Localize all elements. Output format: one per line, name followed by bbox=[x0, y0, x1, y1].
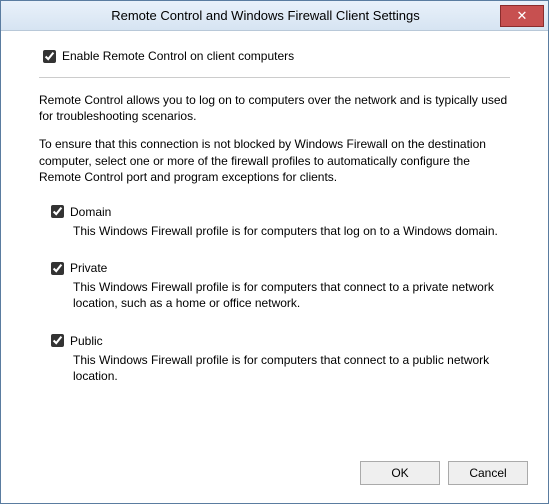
titlebar: Remote Control and Windows Firewall Clie… bbox=[1, 1, 548, 31]
cancel-button[interactable]: Cancel bbox=[448, 461, 528, 485]
profile-public: Public This Windows Firewall profile is … bbox=[51, 334, 520, 384]
private-desc: This Windows Firewall profile is for com… bbox=[73, 279, 510, 311]
public-label: Public bbox=[70, 334, 103, 348]
dialog-window: Remote Control and Windows Firewall Clie… bbox=[0, 0, 549, 504]
ok-button[interactable]: OK bbox=[360, 461, 440, 485]
close-button[interactable]: ✕ bbox=[500, 5, 544, 27]
private-checkbox[interactable] bbox=[51, 262, 64, 275]
enable-remote-control-label: Enable Remote Control on client computer… bbox=[62, 49, 294, 63]
private-label: Private bbox=[70, 261, 107, 275]
profile-domain: Domain This Windows Firewall profile is … bbox=[51, 205, 520, 239]
intro-text-1: Remote Control allows you to log on to c… bbox=[39, 92, 510, 124]
domain-desc: This Windows Firewall profile is for com… bbox=[73, 223, 510, 239]
profile-private: Private This Windows Firewall profile is… bbox=[51, 261, 520, 311]
domain-checkbox[interactable] bbox=[51, 205, 64, 218]
window-title: Remote Control and Windows Firewall Clie… bbox=[1, 8, 500, 23]
dialog-content: Enable Remote Control on client computer… bbox=[1, 31, 548, 449]
enable-remote-control-checkbox[interactable] bbox=[43, 50, 56, 63]
close-icon: ✕ bbox=[517, 9, 528, 22]
intro-text-2: To ensure that this connection is not bl… bbox=[39, 136, 510, 185]
public-desc: This Windows Firewall profile is for com… bbox=[73, 352, 510, 384]
domain-label: Domain bbox=[70, 205, 111, 219]
public-checkbox[interactable] bbox=[51, 334, 64, 347]
enable-remote-control-row: Enable Remote Control on client computer… bbox=[43, 49, 520, 63]
divider bbox=[39, 77, 510, 78]
dialog-footer: OK Cancel bbox=[1, 449, 548, 503]
